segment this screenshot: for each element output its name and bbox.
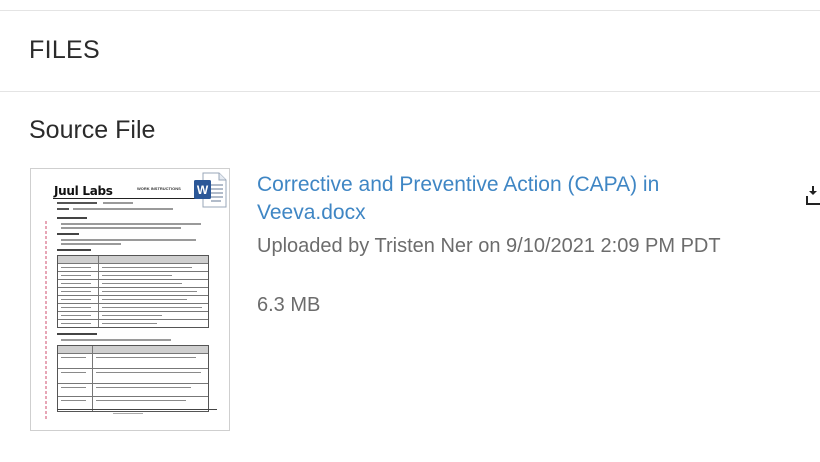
top-divider (0, 10, 820, 11)
svg-text:W: W (197, 183, 209, 197)
file-size: 6.3 MB (257, 294, 321, 316)
download-icon[interactable] (806, 186, 820, 206)
document-watermark-strip (45, 221, 47, 421)
section-divider (0, 91, 820, 92)
source-file-title: Source File (29, 116, 156, 144)
files-section-title: FILES (29, 36, 100, 64)
thumbnail-logo: Juul Labs (54, 184, 113, 198)
thumbnail-header: WORK INSTRUCTIONS (137, 186, 181, 191)
document-page-preview: Juul Labs WORK INSTRUCTIONS (43, 181, 221, 421)
source-file-link[interactable]: Corrective and Preventive Action (CAPA) … (257, 171, 762, 227)
word-document-icon: W (194, 172, 227, 208)
upload-info: Uploaded by Tristen Ner on 9/10/2021 2:0… (257, 235, 721, 257)
